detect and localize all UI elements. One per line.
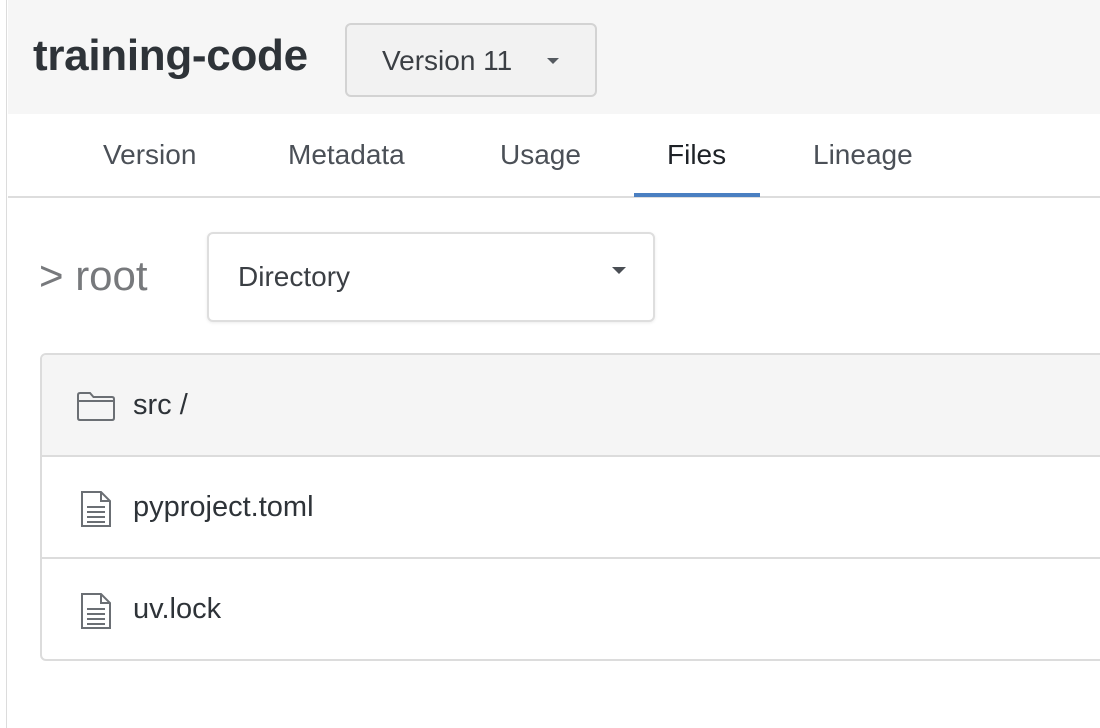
file-row[interactable]: pyproject.toml	[42, 457, 1100, 559]
breadcrumb[interactable]: > root	[39, 246, 148, 306]
left-edge-border	[0, 0, 7, 728]
artifact-header: training-code Version 11	[8, 0, 1100, 114]
folder-icon	[76, 390, 116, 427]
tab-files[interactable]: Files	[667, 114, 726, 196]
tab-usage[interactable]: Usage	[500, 114, 581, 196]
caret-down-icon	[547, 58, 559, 64]
file-row[interactable]: uv.lock	[42, 559, 1100, 659]
artifact-title: training-code	[33, 31, 308, 80]
tab-bar: Version Metadata Usage Files Lineage	[8, 114, 1100, 198]
version-dropdown[interactable]: Version 11	[345, 23, 597, 97]
view-mode-dropdown-label: Directory	[238, 261, 351, 292]
view-mode-dropdown[interactable]: Directory	[207, 232, 655, 322]
active-tab-indicator	[634, 193, 760, 197]
tab-metadata[interactable]: Metadata	[288, 114, 405, 196]
file-table: src / pyproject.toml uv.lock	[40, 353, 1100, 661]
tab-lineage[interactable]: Lineage	[813, 114, 913, 196]
caret-down-icon	[612, 267, 626, 274]
version-dropdown-label: Version 11	[382, 45, 513, 76]
file-icon	[79, 592, 113, 635]
file-row-folder[interactable]: src /	[42, 355, 1100, 457]
file-name: pyproject.toml	[133, 491, 314, 523]
file-name: src /	[133, 389, 188, 421]
file-name: uv.lock	[133, 593, 222, 625]
file-icon	[79, 490, 113, 533]
tab-version[interactable]: Version	[103, 114, 196, 196]
